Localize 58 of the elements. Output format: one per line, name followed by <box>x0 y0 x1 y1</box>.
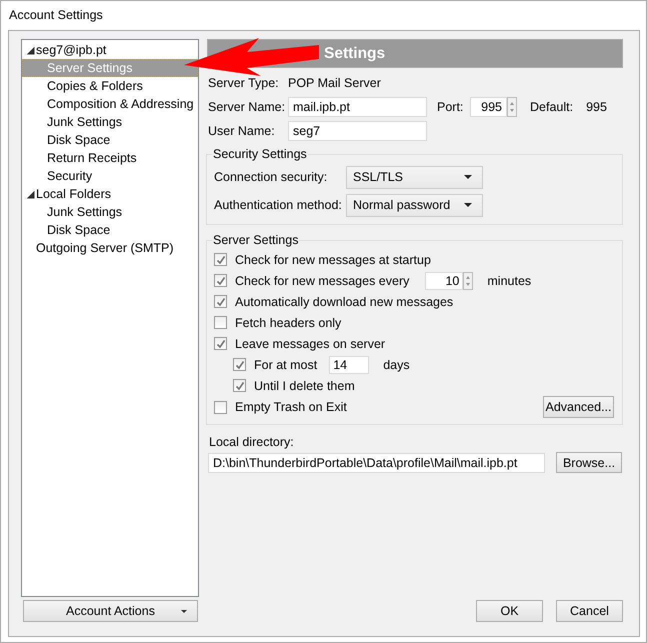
tree-item[interactable]: Disk Space <box>22 221 198 239</box>
field-label: Server Name: <box>208 100 286 114</box>
tree-item[interactable]: seg7@ipb.pt <box>22 41 198 59</box>
checkbox[interactable] <box>233 358 246 371</box>
tree-item[interactable]: Junk Settings <box>22 203 198 221</box>
dropdown[interactable]: SSL/TLS <box>346 166 483 188</box>
checkbox-label: For at most <box>254 358 318 372</box>
checkbox[interactable] <box>214 337 227 350</box>
local-directory-field[interactable]: D:\bin\ThunderbirdPortable\Data\profile\Mail\mail.ipb.pt <box>208 452 545 472</box>
tree-item[interactable]: Return Receipts <box>22 149 198 167</box>
tree-item[interactable]: Disk Space <box>22 131 198 149</box>
dropdown[interactable]: Normal password <box>346 194 483 216</box>
unit-label: days <box>383 358 410 372</box>
caret-icon <box>181 610 187 613</box>
account-actions-button[interactable]: Account Actions <box>23 600 198 622</box>
field-label: Connection security: <box>214 170 328 184</box>
checkbox-label: Fetch headers only <box>235 316 342 330</box>
user-name-field[interactable]: seg7 <box>288 121 427 141</box>
expand-icon[interactable] <box>26 190 35 198</box>
group-title: Security Settings <box>212 147 308 161</box>
checkbox[interactable] <box>214 253 227 266</box>
checkbox[interactable] <box>214 295 227 308</box>
field-label: Authentication method: <box>214 198 343 212</box>
field-label: User Name: <box>208 124 276 138</box>
server-name-field[interactable]: mail.ipb.pt <box>288 97 427 117</box>
window-title: Account Settings <box>8 7 104 24</box>
dialog-button[interactable]: Cancel <box>556 600 623 622</box>
expand-icon[interactable] <box>26 46 35 54</box>
default-label: Default: <box>530 100 574 114</box>
default-port-value: 995 <box>586 100 607 114</box>
group-title: Server Settings <box>212 233 300 247</box>
dropdown-arrow-icon <box>464 203 472 207</box>
field-label: Server Type: <box>208 76 280 90</box>
dialog-button[interactable]: OK <box>476 600 543 622</box>
tree-item[interactable]: Security <box>22 167 198 185</box>
tree-item[interactable]: Outgoing Server (SMTP) <box>22 239 198 257</box>
checkbox[interactable] <box>214 316 227 329</box>
field-label: Port: <box>437 100 464 114</box>
field-label: Local directory: <box>208 435 294 449</box>
tree-item[interactable]: Composition & Addressing <box>22 95 198 113</box>
checkbox-label: Empty Trash on Exit <box>235 400 347 414</box>
dropdown-arrow-icon <box>464 175 472 179</box>
browse-button[interactable]: Browse... <box>556 452 622 473</box>
number-field[interactable]: 14 <box>329 356 370 374</box>
checkbox-label: Automatically download new messages <box>235 294 454 308</box>
checkbox-label: Check for new messages every <box>235 274 410 288</box>
checkbox[interactable] <box>214 400 227 414</box>
checkbox[interactable] <box>233 379 246 392</box>
server-type-value: POP Mail Server <box>288 76 381 90</box>
checkbox-label: Until I delete them <box>254 378 355 392</box>
checkbox-label: Leave messages on server <box>235 336 386 350</box>
tree-item[interactable]: Junk Settings <box>22 113 198 131</box>
unit-label: minutes <box>487 274 532 288</box>
tree-item[interactable]: Copies & Folders <box>22 77 198 95</box>
checkbox-label: Check for new messages at startup <box>235 252 431 266</box>
checkbox[interactable] <box>214 274 227 287</box>
advanced-button[interactable]: Advanced... <box>543 396 614 418</box>
tree-item[interactable]: Local Folders <box>22 185 198 203</box>
